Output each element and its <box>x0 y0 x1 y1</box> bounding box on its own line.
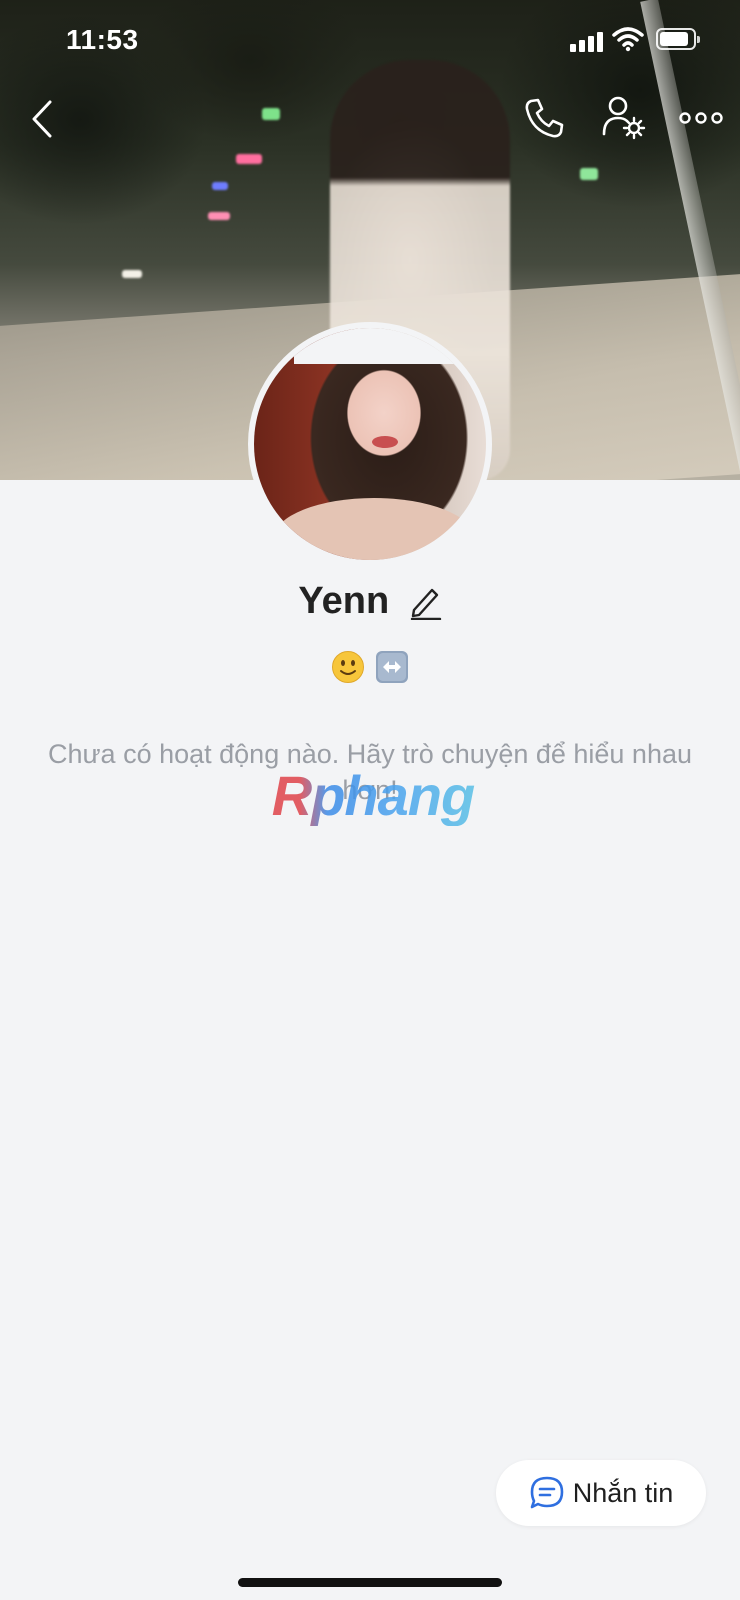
home-indicator[interactable] <box>238 1578 502 1587</box>
left-right-arrow-icon <box>376 651 409 683</box>
slightly-smiling-face-icon <box>331 651 364 683</box>
back-icon[interactable] <box>26 96 66 142</box>
battery-icon <box>656 28 700 50</box>
message-button-label: Nhắn tin <box>572 1477 674 1508</box>
watermark-logo: Rphang <box>258 766 488 826</box>
message-button[interactable]: Nhắn tin <box>496 1460 706 1526</box>
phone-icon[interactable] <box>522 96 566 140</box>
wifi-icon <box>612 27 644 52</box>
status-bar: 11:53 <box>0 0 740 80</box>
cover-light <box>236 154 262 164</box>
chat-bubble-icon <box>530 1476 564 1509</box>
more-icon[interactable] <box>678 104 724 132</box>
name-row: Yenn <box>0 580 740 632</box>
profile-settings-icon[interactable] <box>600 94 646 140</box>
status-time: 11:53 <box>66 24 139 55</box>
signal-icon <box>570 30 604 52</box>
cover-light <box>208 212 230 220</box>
profile-name: Yenn <box>298 580 390 622</box>
pencil-icon[interactable] <box>408 584 442 620</box>
cover-light <box>122 270 142 278</box>
status-emoji-row <box>0 650 740 684</box>
cover-light <box>212 182 228 190</box>
avatar[interactable] <box>248 322 492 566</box>
cover-light <box>580 168 598 180</box>
cover-light <box>262 108 280 120</box>
